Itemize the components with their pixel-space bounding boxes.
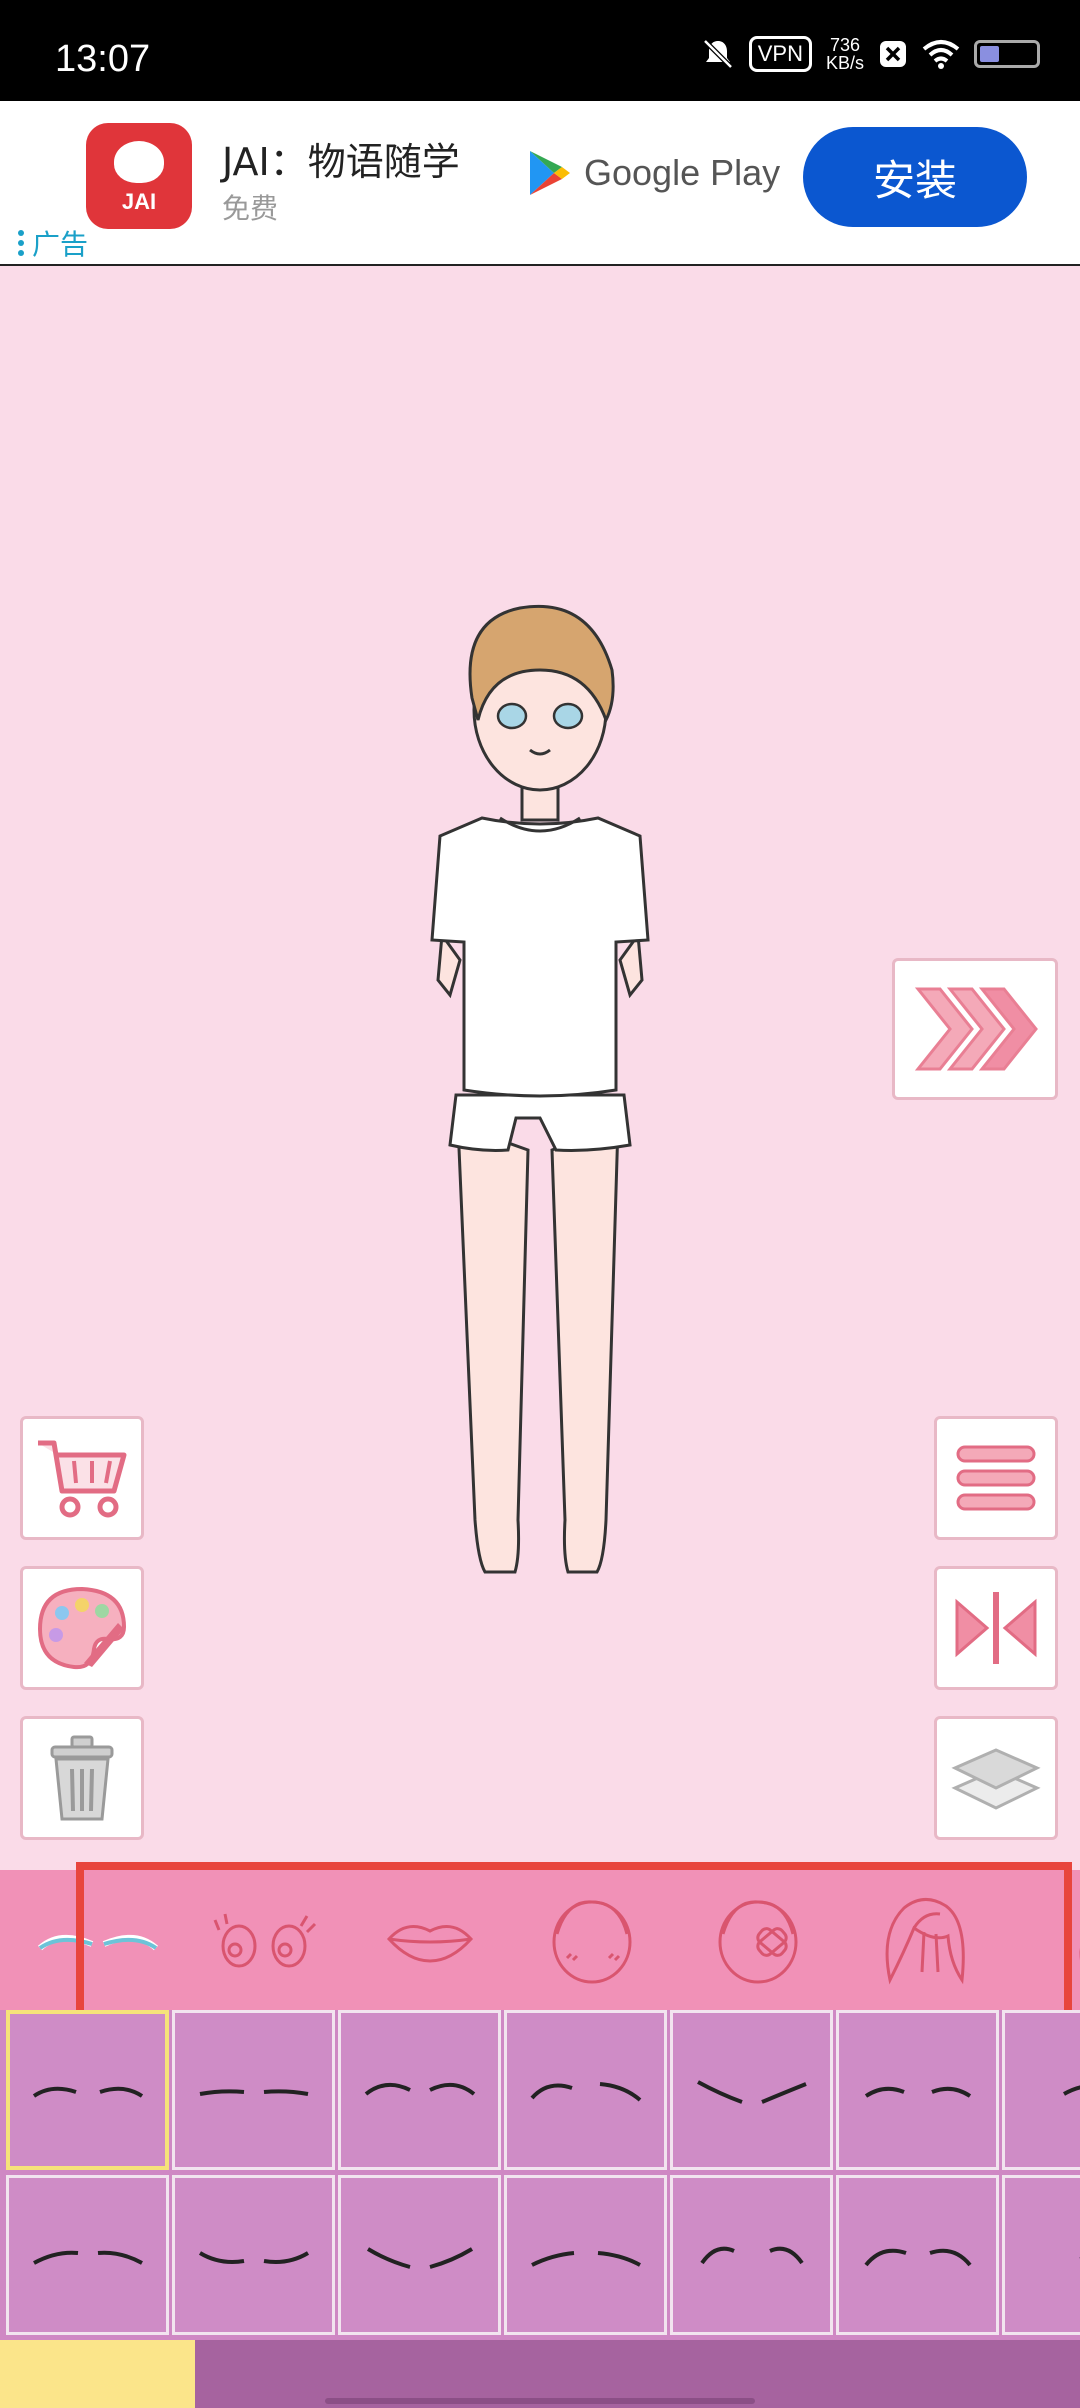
eyebrows-icon — [37, 1935, 159, 1951]
hair-partial-icon — [1079, 1948, 1080, 1961]
eyebrow-style-icon — [32, 2086, 143, 2098]
speed-value: 736 — [829, 35, 861, 55]
ad-label-text: 广告 — [32, 228, 89, 261]
eyes-icon — [213, 1913, 317, 1968]
face-bandage-icon — [718, 1900, 798, 1984]
grid-item[interactable] — [6, 2010, 169, 2170]
bottom-bar — [0, 2340, 1080, 2408]
eyebrow-style-icon — [863, 2248, 972, 2267]
grid-item[interactable] — [1002, 2010, 1080, 2170]
vpn-badge: VPN — [748, 36, 812, 72]
google-play-icon — [530, 151, 570, 195]
grid-item[interactable] — [670, 2175, 833, 2335]
fox-mascot-icon — [114, 141, 164, 183]
next-button[interactable] — [892, 958, 1058, 1100]
speed-unit: KB/s — [825, 53, 864, 73]
ad-app-icon[interactable]: JAI — [86, 123, 192, 229]
lips-icon — [386, 1925, 474, 1963]
bottom-tab-selected[interactable] — [0, 2340, 195, 2408]
eyebrow-style-icon — [364, 2082, 475, 2096]
ad-banner[interactable]: JAI JAI：物语随学 免费 Google Play 安装 广告 — [0, 101, 1080, 266]
flip-icon — [955, 1592, 1037, 1664]
menu-icon — [956, 1445, 1036, 1511]
grid-item[interactable] — [504, 2010, 667, 2170]
eyebrow-style-icon — [1062, 2085, 1080, 2096]
category-hair[interactable] — [844, 1870, 1004, 2010]
home-gesture-handle[interactable] — [325, 2398, 755, 2404]
layers-icon — [951, 1748, 1041, 1810]
grid-item[interactable] — [504, 2175, 667, 2335]
grid-item[interactable] — [1002, 2175, 1080, 2335]
category-face-accessories[interactable] — [678, 1870, 838, 2010]
eyebrow-style-icon — [366, 2247, 473, 2269]
status-bar: 13:07 VPN 736 KB/s — [0, 0, 1080, 101]
eyebrow-style-icon — [864, 2086, 971, 2098]
eyebrow-style-icon — [530, 2251, 641, 2267]
status-time: 13:07 — [55, 38, 151, 80]
eyebrow-style-icon — [32, 2250, 143, 2265]
status-icons: VPN 736 KB/s — [701, 36, 1040, 72]
grid-item[interactable] — [172, 2175, 335, 2335]
face-blush-icon — [552, 1900, 632, 1984]
battery-level — [980, 46, 1000, 62]
delete-button[interactable] — [20, 1716, 144, 1840]
hair-icon — [885, 1898, 965, 1985]
grid-item[interactable] — [836, 2010, 999, 2170]
ad-price: 免费 — [222, 192, 279, 225]
ad-label[interactable]: 广告 — [18, 223, 88, 263]
palette-button[interactable] — [20, 1566, 144, 1690]
eyebrow-style-icon — [530, 2082, 641, 2102]
character-preview — [430, 604, 650, 1574]
cart-icon — [38, 1440, 127, 1518]
eyebrow-style-icon — [699, 2246, 804, 2265]
battery-icon — [974, 40, 1040, 68]
item-grid — [0, 2010, 1080, 2340]
eyebrow-style-icon — [198, 2251, 309, 2264]
store-name: Google Play — [584, 152, 781, 193]
eyebrow-style-icon — [696, 2080, 807, 2104]
flip-button[interactable] — [934, 1566, 1058, 1690]
category-bar — [0, 1870, 1080, 2010]
grid-item[interactable] — [6, 2175, 169, 2335]
category-face[interactable] — [512, 1870, 672, 2010]
next-arrows-icon — [914, 987, 1038, 1071]
palette-icon — [37, 1586, 127, 1670]
category-eyebrows[interactable] — [18, 1870, 178, 2010]
layers-button[interactable] — [934, 1716, 1058, 1840]
google-play-badge: Google Play — [528, 149, 780, 197]
grid-item[interactable] — [670, 2010, 833, 2170]
app-icon-text: JAI — [121, 189, 157, 214]
x-app-icon — [880, 41, 906, 67]
category-hair-back[interactable] — [1010, 1870, 1080, 2010]
grid-item[interactable] — [338, 2175, 501, 2335]
shop-button[interactable] — [20, 1416, 144, 1540]
grid-item[interactable] — [338, 2010, 501, 2170]
category-lips[interactable] — [350, 1870, 510, 2010]
menu-button[interactable] — [934, 1416, 1058, 1540]
install-button[interactable]: 安装 — [803, 127, 1027, 227]
wifi-icon — [922, 40, 960, 69]
grid-item[interactable] — [172, 2010, 335, 2170]
mute-bell-icon — [702, 39, 733, 69]
category-eyes[interactable] — [184, 1870, 344, 2010]
ad-app-title[interactable]: JAI：物语随学 — [222, 131, 460, 186]
trash-icon — [50, 1735, 114, 1821]
network-speed: 736 KB/s — [826, 36, 864, 72]
eyebrow-style-icon — [1079, 2256, 1080, 2261]
more-options-icon[interactable] — [18, 230, 24, 256]
eyebrow-style-icon — [199, 2089, 308, 2096]
grid-item[interactable] — [836, 2175, 999, 2335]
